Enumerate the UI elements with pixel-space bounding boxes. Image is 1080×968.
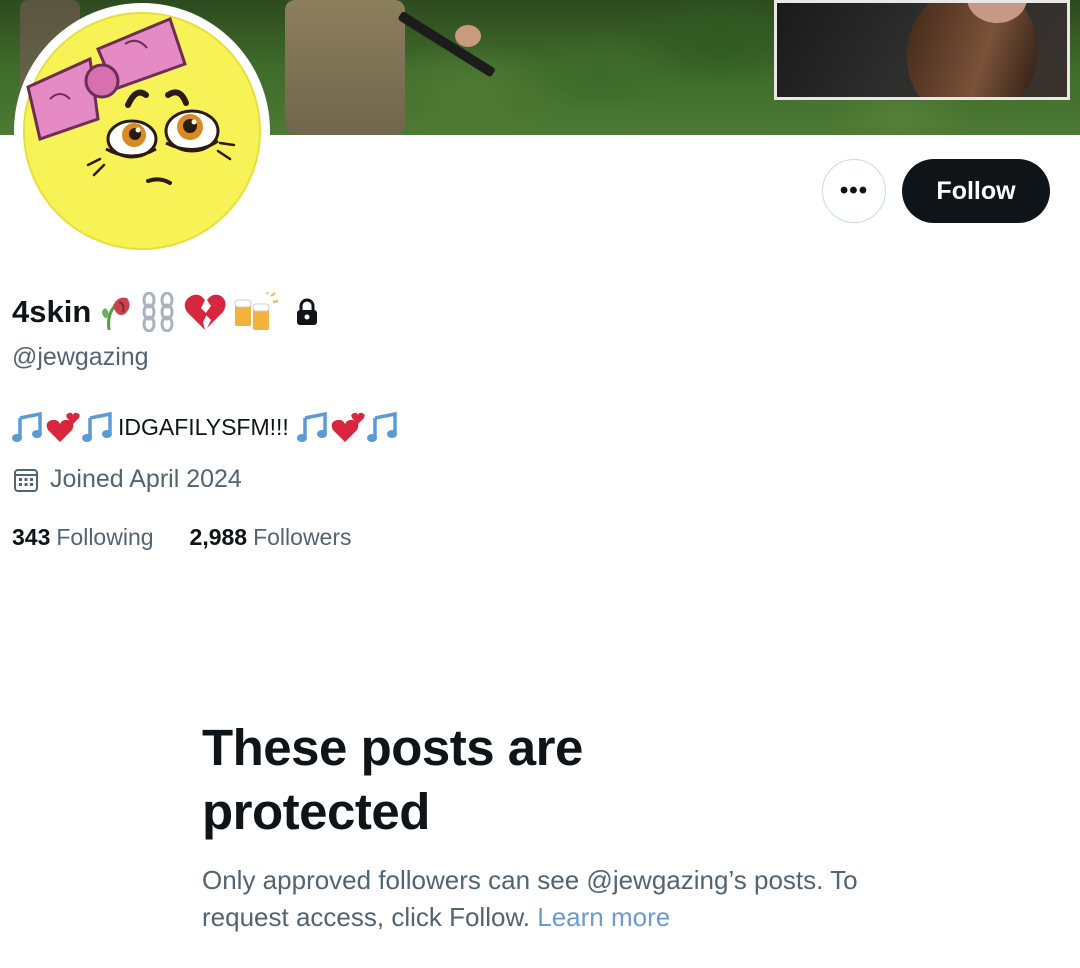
banner-hand (455, 25, 481, 47)
profile-name-row: 4skin (12, 292, 319, 332)
bio-text: IDGAFILYSFM!!! (118, 413, 289, 440)
calendar-icon (14, 468, 38, 492)
display-name: 4skin (12, 294, 92, 329)
following-label: Following (56, 524, 154, 550)
profile-handle: @jewgazing (12, 343, 149, 371)
protected-posts-title: These posts are protected (202, 719, 583, 840)
banner-figure-soldier (285, 0, 405, 135)
protected-posts-description: Only approved followers can see @jewgazi… (202, 862, 862, 936)
music-notes-icon (12, 411, 42, 442)
broken-heart-icon (185, 294, 226, 330)
profile-bio: IDGAFILYSFM!!! (12, 404, 401, 450)
avatar-crying-face-icon (23, 12, 261, 250)
music-notes-icon (296, 411, 327, 442)
two-hearts-icon (46, 412, 80, 442)
protected-lock-icon (297, 298, 318, 325)
following-link[interactable]: 343 Following (12, 524, 154, 551)
followers-count: 2,988 (189, 524, 248, 550)
learn-more-link[interactable]: Learn more (537, 902, 670, 932)
two-hearts-icon (331, 412, 365, 442)
music-notes-icon (82, 411, 112, 442)
clinking-beer-icon (234, 292, 279, 330)
profile-avatar[interactable] (14, 3, 270, 259)
banner-rifle (397, 10, 496, 78)
protected-description-text: Only approved followers can see @jewgazi… (202, 865, 858, 932)
followers-link[interactable]: 2,988 Followers (190, 524, 352, 551)
more-options-button[interactable]: ••• (822, 159, 886, 223)
joined-date: Joined April 2024 (12, 465, 242, 494)
banner-inset-photo (774, 0, 1070, 100)
followers-label: Followers (253, 524, 352, 550)
chains-icon (142, 292, 174, 332)
profile-stats: 343 Following 2,988 Followers (12, 524, 352, 551)
joined-text: Joined April 2024 (50, 465, 242, 493)
name-emoji-group (99, 292, 279, 332)
following-count: 343 (12, 524, 51, 550)
music-notes-icon (366, 411, 397, 442)
more-icon: ••• (839, 177, 869, 204)
follow-button[interactable]: Follow (902, 159, 1050, 223)
wilted-flower-icon (102, 297, 130, 331)
